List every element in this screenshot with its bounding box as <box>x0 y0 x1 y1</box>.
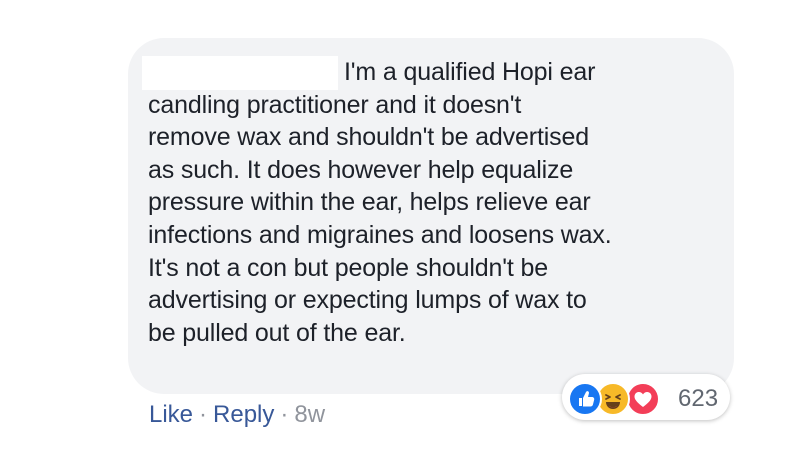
separator-dot: · <box>199 401 208 428</box>
comment-timestamp[interactable]: 8w <box>294 401 325 429</box>
comment-line: advertising or expecting lumps of wax to <box>148 286 587 315</box>
comment-stage: I'm a qualified Hopi ear candling practi… <box>0 0 800 450</box>
comment-line: pressure within the ear, helps relieve e… <box>148 188 591 217</box>
reply-link[interactable]: Reply <box>213 401 274 429</box>
like-link[interactable]: Like <box>149 401 193 429</box>
separator-dot: · <box>280 401 289 428</box>
reaction-count[interactable]: 623 <box>678 385 718 413</box>
comment-body: I'm a qualified Hopi ear candling practi… <box>148 56 728 349</box>
comment-line: remove wax and shouldn't be advertised <box>148 123 590 152</box>
comment-line: It's not a con but people shouldn't be <box>148 253 548 282</box>
comment-line: infections and migraines and loosens wax… <box>148 220 612 249</box>
comment-actions: Like · Reply · 8w <box>149 398 325 432</box>
comment-line: be pulled out of the ear. <box>148 318 406 347</box>
comment-line: I'm a qualified Hopi ear <box>344 58 596 86</box>
comment-line: as such. It does however help equalize <box>148 155 574 184</box>
comment-line: candling practitioner and it doesn't <box>148 90 522 119</box>
like-icon <box>568 382 602 416</box>
love-icon <box>626 382 660 416</box>
